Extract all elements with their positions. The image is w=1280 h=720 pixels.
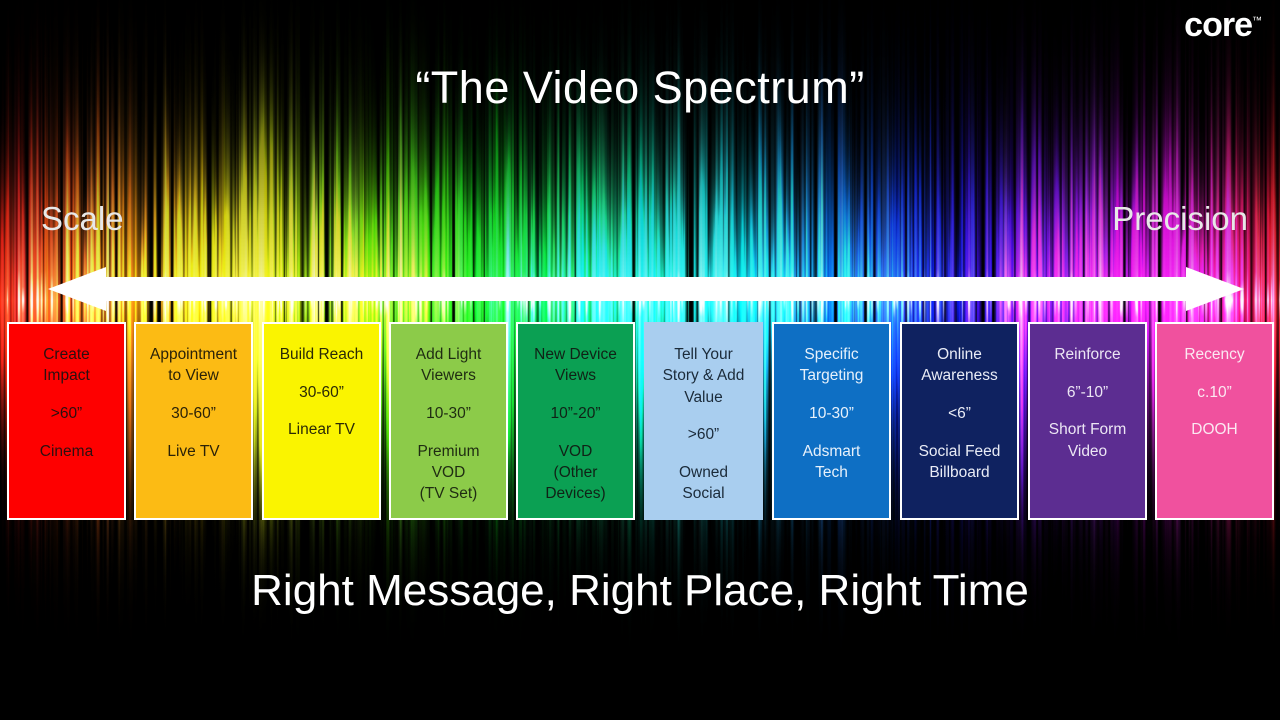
spectrum-box-channel: VOD (Other Devices) xyxy=(545,442,606,503)
core-logo: core™ xyxy=(1184,8,1262,42)
spectrum-box: Create Impact >60” Cinema xyxy=(7,322,126,520)
spectrum-box-channel: Owned Social xyxy=(678,464,729,503)
spectrum-box-title: Tell Your Story & Add Value xyxy=(662,346,745,406)
spectrum-box-channel: Adsmart Tech xyxy=(802,442,861,482)
spectrum-box-channel: Cinema xyxy=(39,442,94,460)
axis-label-scale: Scale xyxy=(41,200,124,237)
spectrum-box: Reinforce 6”-10” Short Form Video xyxy=(1028,322,1147,520)
spectrum-box: Online Awareness <6” Social Feed Billboard xyxy=(900,322,1019,520)
spectrum-box-duration: 10-30” xyxy=(809,405,854,423)
spectrum-box: Appointment to View 30-60” Live TV xyxy=(134,322,253,520)
trademark-icon: ™ xyxy=(1252,15,1262,27)
axis-label-precision: Precision xyxy=(1112,200,1248,237)
spectrum-box-title: Add Light Viewers xyxy=(415,346,482,385)
spectrum-box: Build Reach 30-60” Linear TV xyxy=(262,322,381,520)
spectrum-box-duration: 30-60” xyxy=(171,405,216,423)
tagline: Right Message, Right Place, Right Time xyxy=(251,566,1029,615)
slide-canvas: core™ “The Video Spectrum” Scale Precisi… xyxy=(0,0,1280,720)
spectrum-box: Tell Your Story & Add Value >60” Owned Social xyxy=(644,322,763,520)
page-title: “The Video Spectrum” xyxy=(415,62,865,113)
spectrum-box-channel: Premium VOD (TV Set) xyxy=(417,442,480,503)
spectrum-box: Specific Targeting 10-30” Adsmart Tech xyxy=(772,322,891,520)
spectrum-box-row: Create Impact >60” Cinema Appointment to View… xyxy=(6,322,1274,520)
spectrum-box-duration: c.10” xyxy=(1197,383,1232,401)
spectrum-box-title: Build Reach xyxy=(279,346,364,363)
spectrum-box-channel: Linear TV xyxy=(288,421,355,439)
spectrum-box-title: Reinforce xyxy=(1054,346,1121,363)
spectrum-box: Recency c.10” DOOH xyxy=(1155,322,1274,520)
double-headed-arrow-icon xyxy=(40,263,1252,315)
spectrum-box-channel: Short Form Video xyxy=(1048,421,1127,460)
spectrum-box-channel: Live TV xyxy=(167,442,220,460)
spectrum-box-duration: 10-30” xyxy=(426,405,471,423)
spectrum-box-duration: <6” xyxy=(948,405,971,423)
spectrum-box-duration: >60” xyxy=(687,426,720,444)
spectrum-box-duration: 30-60” xyxy=(299,383,344,401)
spectrum-box-title: Recency xyxy=(1184,346,1245,363)
spectrum-box-title: Online Awareness xyxy=(921,346,998,385)
spectrum-box-channel: DOOH xyxy=(1191,421,1238,439)
spectrum-box-duration: >60” xyxy=(50,405,83,423)
spectrum-box-title: Appointment to View xyxy=(149,346,238,385)
spectrum-box-title: Specific Targeting xyxy=(799,346,864,385)
spectrum-box-channel: Social Feed Billboard xyxy=(918,442,1001,482)
spectrum-box-duration: 6”-10” xyxy=(1066,383,1109,401)
spectrum-box: Add Light Viewers 10-30” Premium VOD (TV Set) xyxy=(389,322,508,520)
core-logo-text: core xyxy=(1184,6,1253,44)
tagline-container: Right Message, Right Place, Right Time xyxy=(0,566,1280,616)
spectrum-box: New Device Views 10”-20” VOD (Other Devices) xyxy=(516,322,635,520)
spectrum-box-duration: 10”-20” xyxy=(550,405,601,423)
spectrum-box-title: Create Impact xyxy=(43,346,90,385)
spectrum-box-title: New Device Views xyxy=(534,346,617,385)
